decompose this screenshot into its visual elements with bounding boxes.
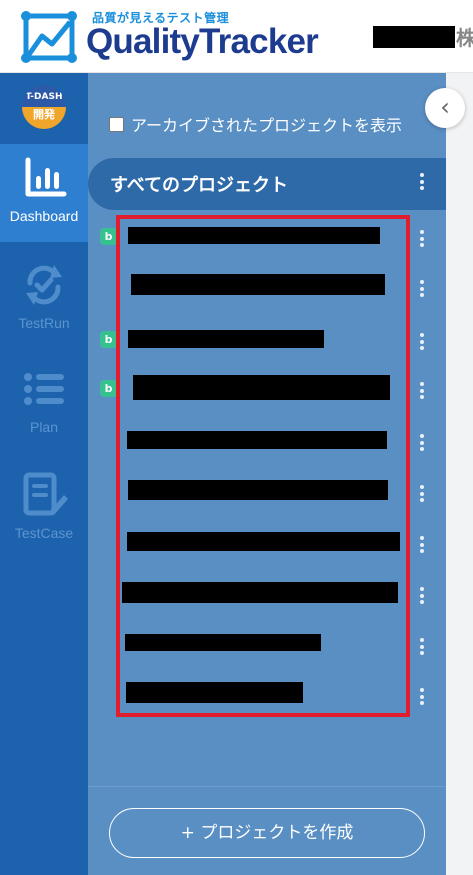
nav-testcase-label: TestCase xyxy=(14,525,74,541)
kebab-menu-icon[interactable] xyxy=(419,638,425,660)
show-archived-checkbox[interactable] xyxy=(109,116,124,132)
nav-testcase[interactable]: TestCase xyxy=(0,461,88,559)
kebab-menu-icon[interactable] xyxy=(419,434,425,456)
company-suffix: 株 xyxy=(456,26,473,50)
quality-tracker-logo-icon[interactable] xyxy=(20,10,78,64)
nav-plan[interactable]: Plan xyxy=(0,355,88,453)
panel-footer: + プロジェクトを作成 xyxy=(88,786,446,875)
kebab-menu-icon[interactable] xyxy=(419,536,425,558)
kebab-menu-icon[interactable] xyxy=(419,173,425,195)
create-project-button[interactable]: + プロジェクトを作成 xyxy=(109,808,425,858)
edit-document-icon xyxy=(23,472,68,516)
workspace-badge[interactable]: T-DASH 開発 xyxy=(22,85,66,129)
bar-chart-icon xyxy=(25,157,67,197)
workspace-badge-line1: T-DASH xyxy=(25,92,63,102)
list-icon xyxy=(24,373,64,405)
main-nav-rail: T-DASH 開発 Dashboard TestRun Plan TestCas… xyxy=(0,73,88,875)
project-panel: アーカイブされたプロジェクトを表示 すべてのプロジェクト b b b + プロジ… xyxy=(88,73,446,875)
refresh-check-icon xyxy=(26,265,62,305)
nav-plan-label: Plan xyxy=(29,419,59,435)
kebab-menu-icon[interactable] xyxy=(419,230,425,252)
nav-testrun[interactable]: TestRun xyxy=(0,251,88,349)
kebab-menu-icon[interactable] xyxy=(419,587,425,609)
all-projects-item[interactable]: すべてのプロジェクト xyxy=(88,158,446,210)
kebab-menu-icon[interactable] xyxy=(419,382,425,404)
workspace-badge-line2: 開発 xyxy=(33,108,55,121)
highlight-annotation xyxy=(116,215,410,717)
show-archived-toggle[interactable]: アーカイブされたプロジェクトを表示 xyxy=(109,113,402,135)
nav-dashboard-label: Dashboard xyxy=(9,208,79,224)
project-badge-icon: b xyxy=(100,228,117,245)
nav-dashboard[interactable]: Dashboard xyxy=(0,144,88,242)
main-content-edge xyxy=(446,73,473,875)
project-badge-icon: b xyxy=(100,380,117,397)
app-name[interactable]: QualityTracker xyxy=(86,22,319,62)
show-archived-label: アーカイブされたプロジェクトを表示 xyxy=(131,116,403,135)
redacted-company-name xyxy=(373,26,455,48)
kebab-menu-icon[interactable] xyxy=(419,688,425,710)
kebab-menu-icon[interactable] xyxy=(419,280,425,302)
app-header: 品質が見えるテスト管理 QualityTracker 株 xyxy=(0,0,473,73)
kebab-menu-icon[interactable] xyxy=(419,485,425,507)
nav-testrun-label: TestRun xyxy=(18,315,70,331)
all-projects-label: すべてのプロジェクト xyxy=(110,175,289,196)
project-badge-icon: b xyxy=(100,331,117,348)
chevron-left-icon[interactable]: ‹ xyxy=(425,88,465,128)
kebab-menu-icon[interactable] xyxy=(419,333,425,355)
